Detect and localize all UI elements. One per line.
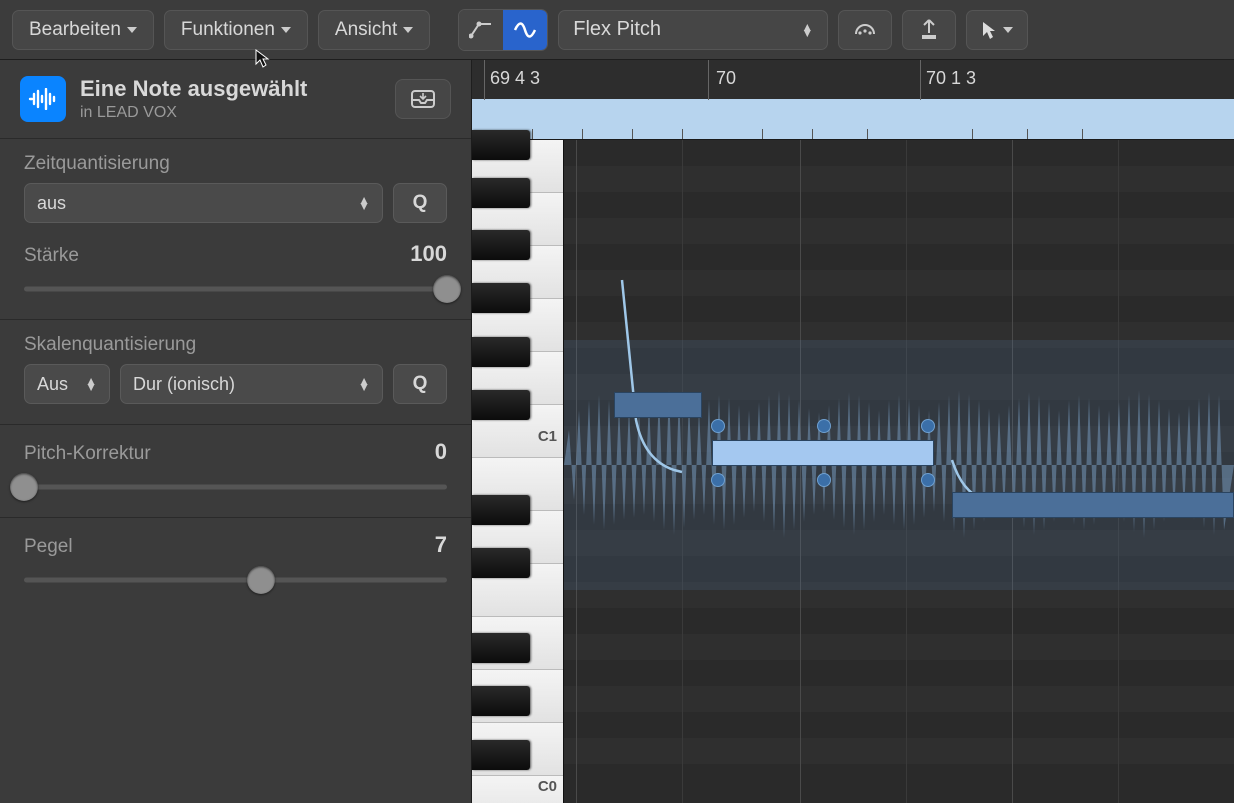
ruler-label: 70 1 3 xyxy=(926,68,976,89)
time-quantize-label: Zeitquantisierung xyxy=(24,153,447,175)
slider-thumb[interactable] xyxy=(433,275,461,303)
menu-functions-label: Funktionen xyxy=(181,19,275,41)
chevron-down-icon xyxy=(1003,27,1013,33)
gain-label: Pegel xyxy=(24,536,73,558)
slider-thumb[interactable] xyxy=(247,566,275,594)
ruler-tick xyxy=(708,60,709,100)
scale-quantize-apply-button[interactable]: Q xyxy=(393,364,447,404)
time-quantize-section: Zeitquantisierung aus ▲▼ Q Stärke 100 xyxy=(0,139,471,320)
note-handle[interactable] xyxy=(817,473,831,487)
menu-functions[interactable]: Funktionen xyxy=(164,10,308,50)
inspector-subtitle: in LEAD VOX xyxy=(80,104,307,122)
note-handle[interactable] xyxy=(921,419,935,433)
q-label: Q xyxy=(413,373,428,395)
pitch-editor-grid[interactable]: /* rows generated inline */ xyxy=(564,140,1234,803)
gain-section: Pegel 7 xyxy=(0,518,471,610)
catch-playhead-button[interactable] xyxy=(902,10,956,50)
strength-label: Stärke xyxy=(24,245,79,267)
waveform-icon xyxy=(28,88,58,110)
pitch-correction-section: Pitch-Korrektur 0 xyxy=(0,425,471,518)
flex-pitch-note-selected[interactable] xyxy=(712,440,934,466)
time-quantize-select[interactable]: aus ▲▼ xyxy=(24,183,383,223)
menu-edit-label: Bearbeiten xyxy=(29,19,121,41)
inbox-icon xyxy=(410,89,436,109)
bar-ruler[interactable]: 69 4 3 70 70 1 3 xyxy=(472,60,1234,140)
inspector-title-block: Eine Note ausgewählt in LEAD VOX xyxy=(80,76,307,122)
audio-region-icon xyxy=(20,76,66,122)
flex-button[interactable] xyxy=(503,10,547,50)
note-handle[interactable] xyxy=(817,419,831,433)
editor-toolbar: Bearbeiten Funktionen Ansicht Flex Pitch… xyxy=(0,0,1234,60)
pointer-tool-button[interactable] xyxy=(966,10,1028,50)
inspector-header: Eine Note ausgewählt in LEAD VOX xyxy=(0,60,471,139)
menu-view-label: Ansicht xyxy=(335,19,397,41)
inspector-panel: Eine Note ausgewählt in LEAD VOX Zeitqua… xyxy=(0,60,472,803)
strength-value: 100 xyxy=(410,241,447,267)
strength-slider[interactable] xyxy=(24,279,447,299)
updown-icon: ▲▼ xyxy=(358,197,370,209)
show-automation-button[interactable] xyxy=(459,10,503,50)
ruler-label: 70 xyxy=(716,68,736,89)
time-quantize-value: aus xyxy=(37,193,66,214)
time-quantize-apply-button[interactable]: Q xyxy=(393,183,447,223)
ruler-tick xyxy=(484,60,485,100)
chevron-down-icon xyxy=(281,27,291,33)
piano-keyboard[interactable]: C1 C0 xyxy=(472,140,564,803)
q-label: Q xyxy=(413,192,428,214)
ruler-label: 69 4 3 xyxy=(490,68,540,89)
automation-icon xyxy=(469,20,493,40)
flex-pitch-note[interactable] xyxy=(952,492,1234,518)
chevron-down-icon xyxy=(127,27,137,33)
slider-track xyxy=(24,485,447,490)
scale-quantize-label: Skalenquantisierung xyxy=(24,334,447,356)
note-handle[interactable] xyxy=(711,473,725,487)
flex-mode-label: Flex Pitch xyxy=(573,18,661,41)
slider-track xyxy=(24,578,447,583)
scale-type-select[interactable]: Dur (ionisch) ▲▼ xyxy=(120,364,383,404)
editor-area: 69 4 3 70 70 1 3 xyxy=(472,60,1234,803)
slider-track xyxy=(24,287,447,292)
menu-view[interactable]: Ansicht xyxy=(318,10,430,50)
pitch-correction-value: 0 xyxy=(435,439,447,465)
pitch-correction-label: Pitch-Korrektur xyxy=(24,443,151,465)
octave-label: C0 xyxy=(538,778,557,795)
scale-key-select[interactable]: Aus ▲▼ xyxy=(24,364,110,404)
flex-pitch-note[interactable] xyxy=(614,392,702,418)
scale-key-value: Aus xyxy=(37,374,68,395)
slider-thumb[interactable] xyxy=(10,473,38,501)
midi-out-button[interactable] xyxy=(838,10,892,50)
automation-flex-segment xyxy=(458,9,548,51)
midi-out-icon xyxy=(852,20,878,40)
ruler-tick xyxy=(920,60,921,100)
region-overview-bar[interactable] xyxy=(472,99,1234,139)
updown-icon: ▲▼ xyxy=(358,378,370,390)
pointer-tool-icon xyxy=(981,20,997,40)
pitch-correction-slider[interactable] xyxy=(24,477,447,497)
catch-playhead-icon xyxy=(919,19,939,41)
chevron-down-icon xyxy=(403,27,413,33)
octave-label: C1 xyxy=(538,428,557,445)
flex-mode-select[interactable]: Flex Pitch ▲▼ xyxy=(558,10,828,50)
note-handle[interactable] xyxy=(711,419,725,433)
inspector-title: Eine Note ausgewählt xyxy=(80,76,307,102)
flex-icon xyxy=(512,20,538,40)
scale-type-value: Dur (ionisch) xyxy=(133,374,235,395)
catalog-button[interactable] xyxy=(395,79,451,119)
updown-icon: ▲▼ xyxy=(85,378,97,390)
gain-value: 7 xyxy=(435,532,447,558)
menu-edit[interactable]: Bearbeiten xyxy=(12,10,154,50)
note-handle[interactable] xyxy=(921,473,935,487)
gain-slider[interactable] xyxy=(24,570,447,590)
scale-quantize-section: Skalenquantisierung Aus ▲▼ Dur (ionisch)… xyxy=(0,320,471,425)
updown-icon: ▲▼ xyxy=(801,24,813,36)
